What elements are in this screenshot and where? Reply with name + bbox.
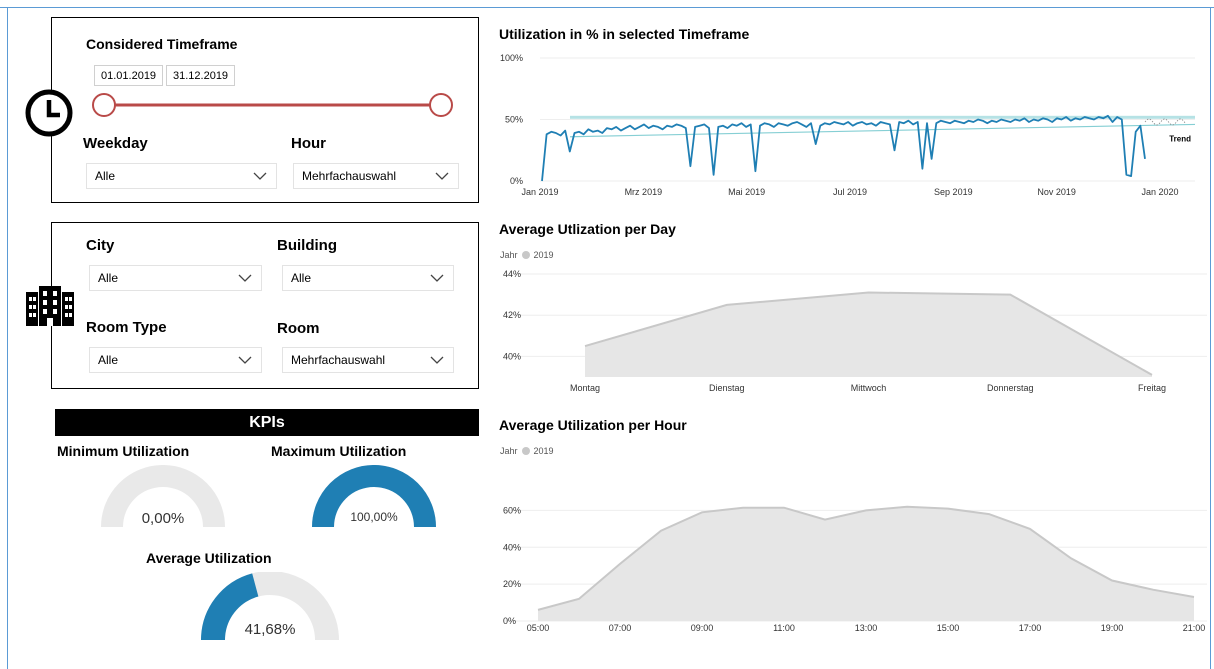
avg-utilization-label: Average Utilization xyxy=(146,550,272,566)
room-type-label: Room Type xyxy=(86,319,167,336)
x-tick-label: Mittwoch xyxy=(851,383,887,393)
date-range-slider[interactable] xyxy=(88,90,458,120)
chevron-down-icon xyxy=(435,172,449,180)
dashboard-frame-left xyxy=(7,7,8,669)
city-dropdown-value: Alle xyxy=(98,271,119,285)
min-utilization-gauge: 0,00% xyxy=(101,465,225,528)
chevron-down-icon xyxy=(238,356,252,364)
x-tick-label: Freitag xyxy=(1138,383,1166,393)
chevron-down-icon xyxy=(253,172,267,180)
day-chart-legend: Jahr 2019 xyxy=(500,250,554,260)
hour-dropdown-value: Mehrfachauswahl xyxy=(302,169,397,183)
utilization-line-chart[interactable]: 100% 50% 0%Jan 2019 Mrz 2019 Mai 2019 Jul 201… xyxy=(495,48,1205,203)
chevron-down-icon xyxy=(430,274,444,282)
day-legend-title: Jahr xyxy=(500,250,518,260)
y-tick-label: 44% xyxy=(503,269,521,279)
hour-legend-title: Jahr xyxy=(500,446,518,456)
max-utilization-gauge: 100,00% xyxy=(312,465,436,528)
y-tick-label: 100% xyxy=(500,53,523,63)
weekday-label: Weekday xyxy=(83,135,148,152)
day-legend-item: 2019 xyxy=(533,250,554,260)
room-dropdown[interactable]: Mehrfachauswahl xyxy=(282,347,454,373)
dashboard-frame-right xyxy=(1210,7,1211,669)
trend-annotation: Trend xyxy=(1169,134,1191,143)
legend-swatch xyxy=(521,447,530,455)
x-tick-label: 09:00 xyxy=(691,623,714,633)
x-tick-label: Montag xyxy=(570,383,600,393)
y-tick-label: 50% xyxy=(505,115,523,125)
min-utilization-label: Minimum Utilization xyxy=(57,443,190,459)
max-utilization-label: Maximum Utilization xyxy=(271,443,407,459)
min-utilization-value: 0,00% xyxy=(142,510,185,527)
building-dropdown-value: Alle xyxy=(291,271,312,285)
avg-utilization-value: 41,68% xyxy=(245,621,296,638)
y-tick-label: 40% xyxy=(503,351,521,361)
x-tick-label: Mrz 2019 xyxy=(625,187,663,197)
building-dropdown[interactable]: Alle xyxy=(282,265,454,291)
clock-icon xyxy=(25,89,73,137)
trend-line xyxy=(569,123,1196,138)
x-tick-label: Nov 2019 xyxy=(1037,187,1076,197)
end-date-input[interactable]: 31.12.2019 xyxy=(166,65,236,86)
hour-legend-item: 2019 xyxy=(533,446,554,456)
x-tick-label: 11:00 xyxy=(773,623,795,633)
y-tick-label: 40% xyxy=(503,542,521,552)
series-area xyxy=(538,506,1194,621)
kpis-header: KPIs xyxy=(55,409,479,436)
series-area xyxy=(585,292,1152,377)
y-tick-label: 20% xyxy=(503,579,521,589)
x-tick-label: 15:00 xyxy=(937,623,960,633)
room-dropdown-value: Mehrfachauswahl xyxy=(291,353,386,367)
hour-area-chart[interactable]: 60% 40% 20% 0% 05:00 07:00 09:00 11:00 13:00 15:0… xyxy=(495,480,1210,640)
hour-label: Hour xyxy=(291,135,326,152)
timeframe-title: Considered Timeframe xyxy=(86,36,238,52)
day-chart-title: Average Utlization per Day xyxy=(499,221,676,237)
x-tick-label: Jan 2019 xyxy=(521,187,558,197)
x-tick-label: 21:00 xyxy=(1183,623,1206,633)
weekday-dropdown[interactable]: Alle xyxy=(86,163,277,189)
y-tick-label: 0% xyxy=(510,176,523,186)
city-label: City xyxy=(86,237,115,254)
room-label: Room xyxy=(277,320,320,337)
max-utilization-value: 100,00% xyxy=(350,510,398,524)
room-type-dropdown-value: Alle xyxy=(98,353,119,367)
building-label: Building xyxy=(277,237,337,254)
city-dropdown[interactable]: Alle xyxy=(89,265,262,291)
hour-dropdown[interactable]: Mehrfachauswahl xyxy=(293,163,459,189)
x-tick-label: 13:00 xyxy=(855,623,878,633)
x-tick-label: Dienstag xyxy=(709,383,745,393)
weekday-dropdown-value: Alle xyxy=(95,169,116,183)
series-line xyxy=(541,114,1146,182)
chevron-down-icon xyxy=(238,274,252,282)
y-tick-label: 60% xyxy=(503,505,521,515)
dashboard-frame-top xyxy=(0,7,1214,8)
timeframe-chart-title: Utilization in % in selected Timeframe xyxy=(499,26,750,42)
x-tick-label: 19:00 xyxy=(1101,623,1124,633)
x-tick-label: Mai 2019 xyxy=(728,187,765,197)
day-area-chart[interactable]: 44% 42% 40% Montag Dienstag Mittwoch Donnersta… xyxy=(495,265,1210,398)
legend-swatch xyxy=(521,251,530,259)
slider-start-handle xyxy=(92,93,116,117)
hour-chart-title: Average Utilization per Hour xyxy=(499,417,687,433)
y-tick-label: 42% xyxy=(503,310,521,320)
building-icon xyxy=(26,286,74,326)
chevron-down-icon xyxy=(430,356,444,364)
x-tick-label: 07:00 xyxy=(609,623,632,633)
y-tick-label: 0% xyxy=(503,616,516,626)
hour-chart-legend: Jahr 2019 xyxy=(500,446,554,456)
x-tick-label: Sep 2019 xyxy=(934,187,973,197)
room-type-dropdown[interactable]: Alle xyxy=(89,347,262,373)
avg-utilization-gauge: 41,68% xyxy=(201,572,339,641)
x-tick-label: 17:00 xyxy=(1019,623,1042,633)
x-tick-label: Jul 2019 xyxy=(833,187,867,197)
slider-end-handle xyxy=(429,93,453,117)
x-tick-label: Jan 2020 xyxy=(1141,187,1178,197)
start-date-input[interactable]: 01.01.2019 xyxy=(94,65,164,86)
x-tick-label: 05:00 xyxy=(527,623,550,633)
x-tick-label: Donnerstag xyxy=(987,383,1034,393)
